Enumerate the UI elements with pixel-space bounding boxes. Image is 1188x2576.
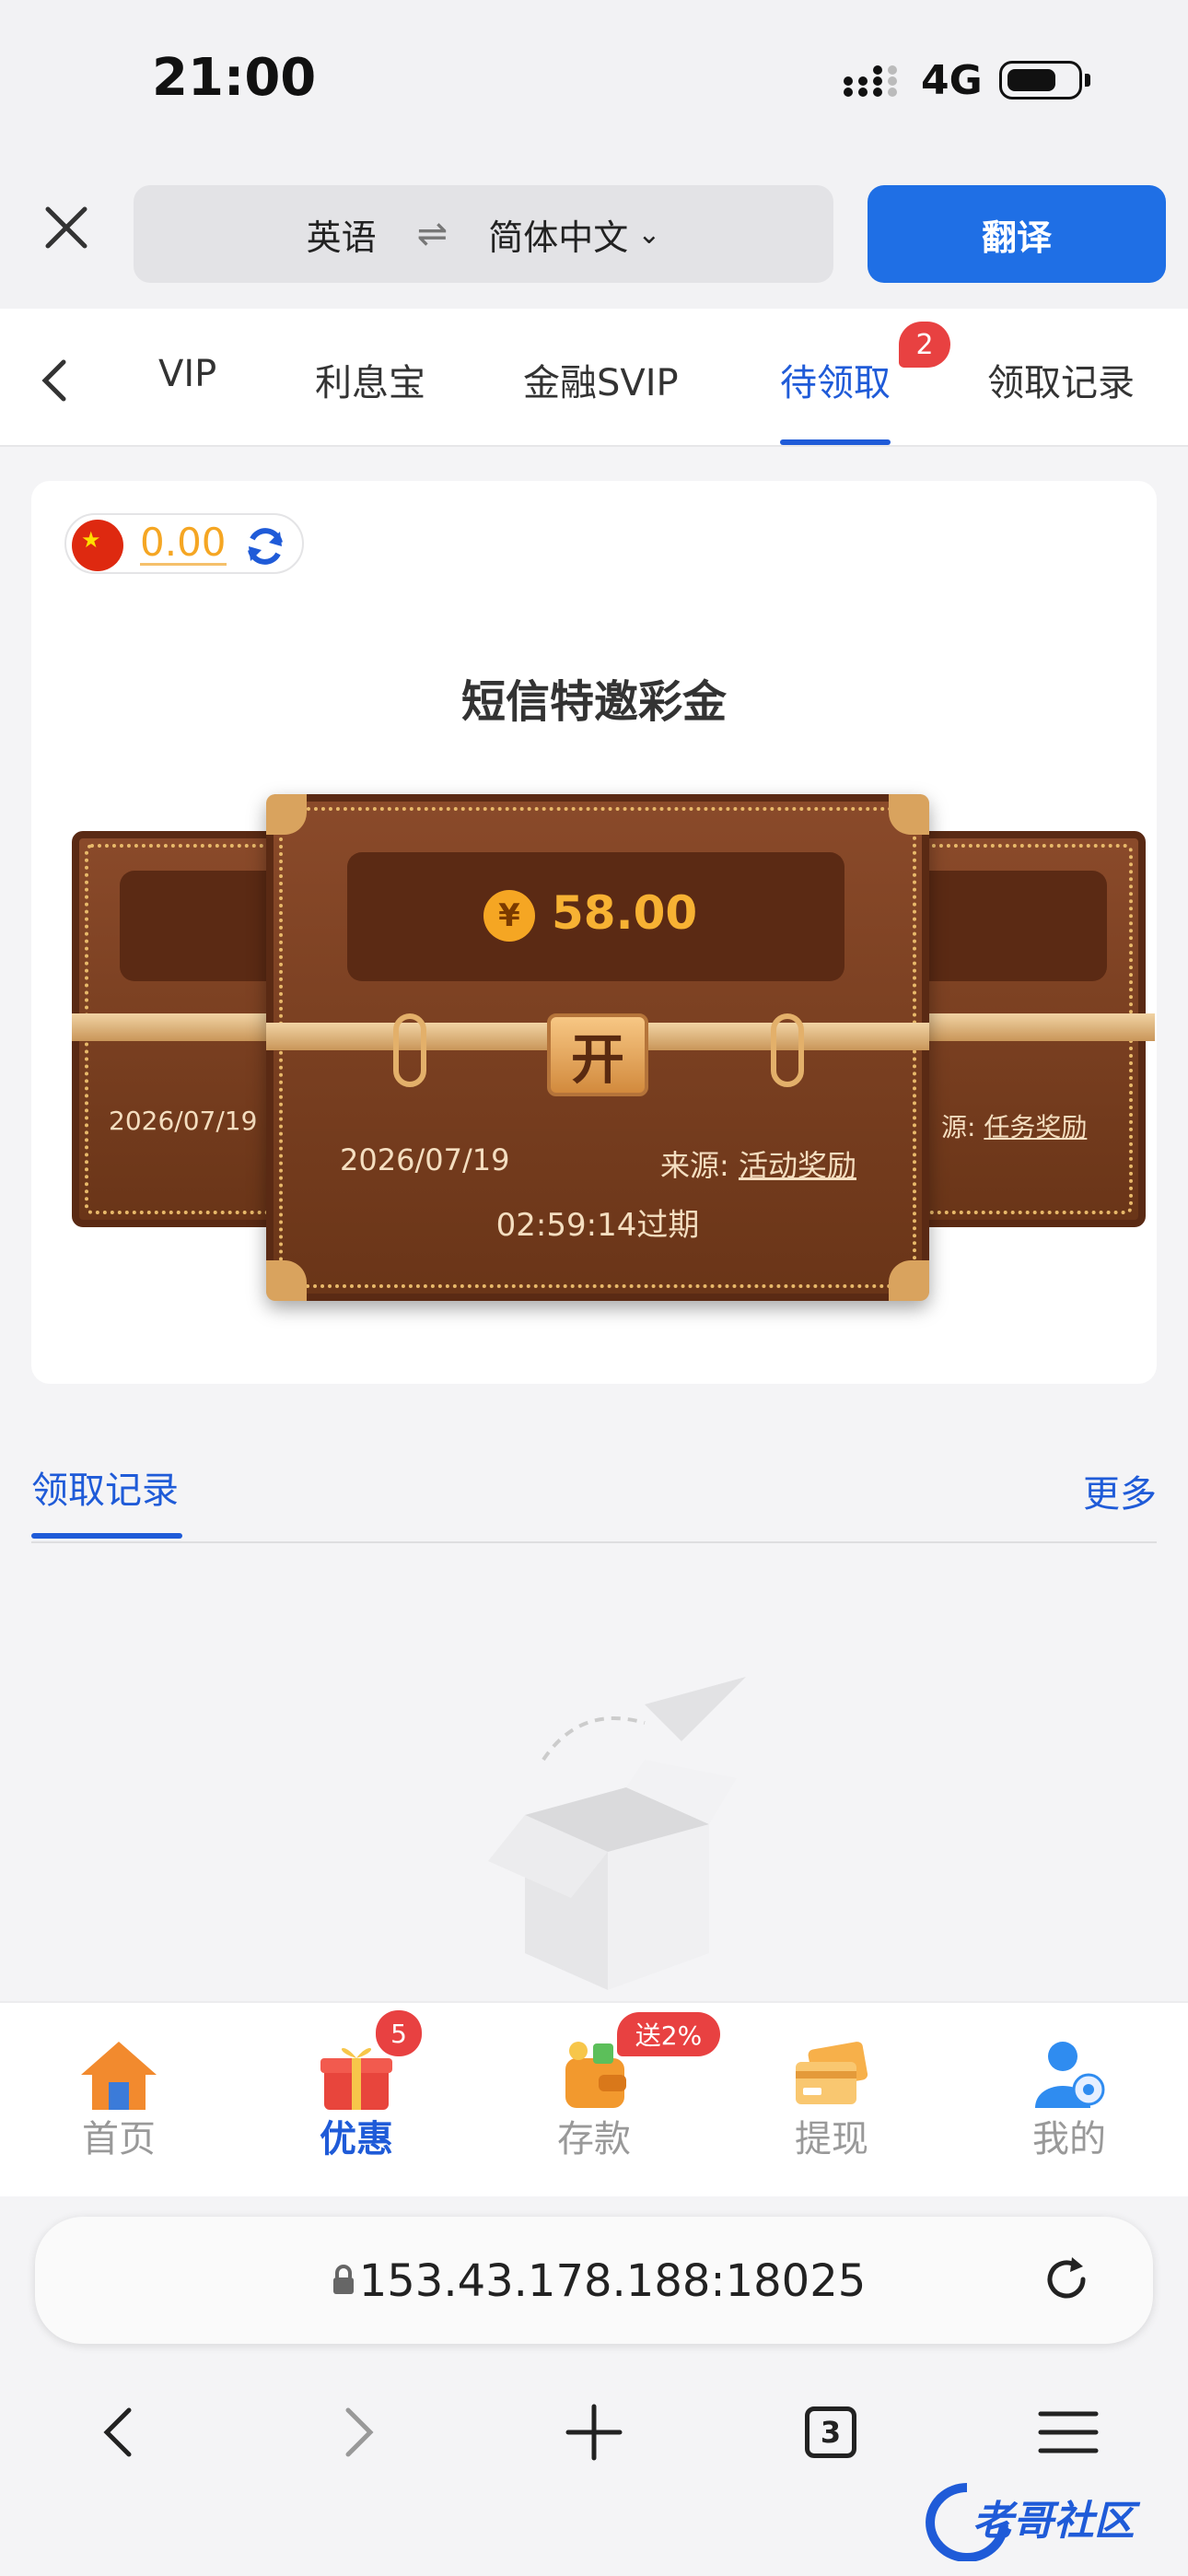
tab-count: 3 (805, 2406, 856, 2458)
nav-withdraw[interactable]: 提现 (713, 2003, 950, 2198)
signal-icon (844, 65, 897, 97)
nav-home[interactable]: 首页 (0, 2003, 238, 2198)
deposit-badge: 送2% (617, 2012, 720, 2056)
new-tab-icon[interactable] (557, 2395, 631, 2469)
records-tab[interactable]: 领取记录 (31, 1460, 179, 1514)
url-text[interactable]: 153.43.178.188:18025 (35, 2255, 1153, 2307)
balance-amount: 0.00 (140, 520, 227, 566)
tab-records[interactable]: 领取记录 (987, 353, 1135, 406)
open-button[interactable]: 开 (547, 1013, 648, 1096)
status-time: 21:00 (152, 48, 317, 108)
target-language[interactable]: 简体中文 (488, 209, 628, 260)
tab-finance-svip[interactable]: 金融SVIP (523, 353, 679, 406)
home-icon (81, 2042, 157, 2110)
close-icon[interactable] (37, 198, 96, 257)
reward-amount: 58.00 (552, 886, 698, 940)
address-bar[interactable]: 153.43.178.188:18025 (35, 2217, 1153, 2344)
latch-left (393, 1013, 426, 1087)
reward-title: 短信特邀彩金 (460, 676, 727, 728)
active-tab-indicator (780, 439, 891, 445)
battery-icon (999, 61, 1090, 100)
nav-promotions-label: 优惠 (320, 2118, 393, 2160)
nav-profile[interactable]: 我的 (950, 2003, 1188, 2198)
reload-icon[interactable] (1039, 2252, 1094, 2307)
balance-pill: ★ 0.00 (64, 513, 304, 574)
browser-back-icon[interactable] (83, 2395, 157, 2469)
status-bar: 21:00 4G (0, 0, 1188, 161)
source-label: 来源: (660, 1148, 729, 1183)
category-tabs: VIP 利息宝 金融SVIP 待领取 2 领取记录 (0, 309, 1188, 447)
reward-card: ★ 0.00 短信特邀彩金 2026/07/19 源: 任务奖励 ¥ 58.00… (31, 481, 1157, 1384)
source-language[interactable]: 英语 (307, 209, 377, 260)
refresh-icon[interactable] (243, 524, 287, 568)
more-link[interactable]: 更多 (1083, 1464, 1157, 1517)
chevron-down-icon[interactable]: ⌄ (637, 218, 660, 251)
chest-date: 2026/07/19 (340, 1142, 510, 1177)
card-icon (796, 2042, 868, 2104)
nav-profile-label: 我的 (1032, 2118, 1106, 2160)
expiry-countdown: 02:59:14过期 (495, 1207, 700, 1244)
watermark-logo: 老哥社区 (921, 2469, 1188, 2576)
chest-main[interactable]: ¥ 58.00 开 2026/07/19 来源: 活动奖励 02:59:14过期 (266, 794, 929, 1301)
bottom-nav: 首页 5 优惠 送2% 存款 提现 我的 (0, 2001, 1188, 2196)
right-chest-source-label: 源: (941, 1112, 976, 1142)
translate-button[interactable]: 翻译 (868, 185, 1166, 283)
watermark-text: 老哥社区 (973, 2498, 1135, 2545)
nav-withdraw-label: 提现 (795, 2118, 868, 2160)
nav-home-label: 首页 (82, 2118, 156, 2160)
swap-icon[interactable]: ⇌ (417, 213, 448, 255)
tabs-button[interactable]: 3 (794, 2395, 868, 2469)
tab-vip[interactable]: VIP (158, 353, 216, 395)
browser-forward-icon[interactable] (320, 2395, 394, 2469)
user-icon (1035, 2042, 1105, 2108)
source-value[interactable]: 活动奖励 (739, 1148, 856, 1183)
tab-interest[interactable]: 利息宝 (315, 353, 425, 406)
back-arrow-icon[interactable] (32, 353, 78, 408)
records-tab-indicator (31, 1533, 182, 1539)
menu-icon[interactable] (1031, 2395, 1105, 2469)
language-selector[interactable]: 英语 ⇌ 简体中文 ⌄ (134, 185, 833, 283)
right-chest-source-value[interactable]: 任务奖励 (984, 1112, 1087, 1142)
records-header: 领取记录 更多 (31, 1451, 1157, 1543)
network-type: 4G (921, 57, 983, 104)
nav-promotions[interactable]: 5 优惠 (238, 2003, 475, 2198)
promotions-badge: 5 (376, 2010, 422, 2056)
tab-pending[interactable]: 待领取 (780, 353, 891, 406)
empty-box-icon (488, 1677, 746, 1990)
nav-deposit[interactable]: 送2% 存款 (475, 2003, 720, 2198)
china-flag-icon: ★ (72, 520, 123, 571)
translate-bar: 英语 ⇌ 简体中文 ⌄ 翻译 (0, 161, 1188, 309)
nav-deposit-label: 存款 (557, 2118, 631, 2160)
left-chest-date: 2026/07/19 (109, 1106, 258, 1136)
coin-icon: ¥ (483, 890, 535, 942)
latch-right (771, 1013, 804, 1087)
pending-badge: 2 (899, 322, 950, 368)
